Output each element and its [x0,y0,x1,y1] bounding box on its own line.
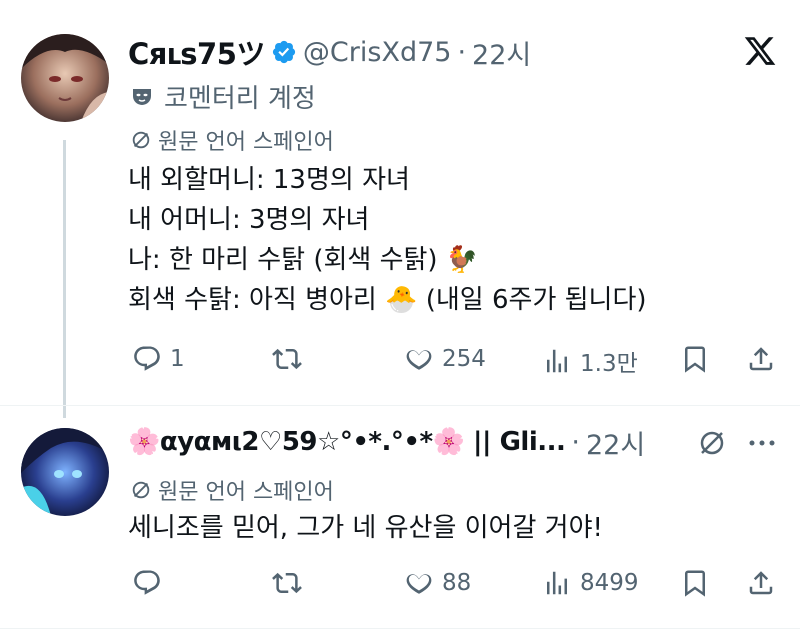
like-count: 88 [442,570,472,596]
bookmark-icon [685,570,705,597]
like-icon [406,574,432,594]
tweet-header: 🌸αуαмι2♡59☆°•*.°•*🌸 || Gli... · 22시 [128,420,645,464]
like-button[interactable]: 254 [404,344,486,374]
tweet-line: 내 외할머니: 13명의 자녀 [128,165,410,195]
mask-icon [130,85,154,109]
share-button[interactable] [746,568,776,598]
like-icon [406,350,432,370]
avatar-image [21,34,109,122]
verified-badge-icon [271,39,297,65]
thread-line [63,140,66,418]
divider [0,628,800,629]
bookmark-button[interactable] [680,568,710,598]
avatar[interactable] [21,34,109,122]
views-icon [547,571,567,595]
retweet-icon [272,572,302,594]
tweet-line: 나: 한 마리 수탉 (회색 수탉) 🐓 [128,245,479,275]
reply-count: 1 [170,346,185,372]
reply-icon [134,570,160,595]
translate-icon [130,129,152,151]
display-name[interactable]: 🌸αуαмι2♡59☆°•*.°•*🌸 || Gli... [128,427,566,457]
divider [0,405,800,406]
views-icon [547,349,567,373]
tweet-line: 회색 수탉: 아직 병아리 🐣 (내일 6주가 됩니다) [128,285,647,315]
tweet-header: Cяւs75ツ @CrisXd75 · 22시 [128,32,531,72]
like-count: 254 [442,346,486,372]
display-name[interactable]: Cяւs75ツ [128,31,265,73]
reply-icon [134,346,160,371]
separator: · [457,36,467,68]
views-count: 1.3만 [580,351,638,377]
translate-icon [130,479,152,501]
retweet-button[interactable] [272,344,310,374]
bookmark-icon [685,346,705,373]
reply-button[interactable] [132,568,170,598]
avatar-image [21,428,109,516]
separator: · [571,426,580,458]
bookmark-button[interactable] [680,344,710,374]
views-button[interactable]: 8499 [542,568,639,598]
like-button[interactable]: 88 [404,568,471,598]
translation-text: 원문 언어 스페인어 [158,480,334,505]
avatar[interactable] [21,428,109,516]
x-logo-icon[interactable] [742,34,778,72]
views-count: 8499 [580,570,639,596]
account-label-row: 코멘터리 계정 [130,78,316,115]
views-button[interactable]: 1.3만 [542,344,638,378]
timestamp[interactable]: 22시 [472,33,531,72]
tweet-line: 내 어머니: 3명의 자녀 [128,205,370,235]
share-button[interactable] [746,344,776,374]
more-icon[interactable] [748,434,776,456]
translation-label[interactable]: 원문 언어 스페인어 [130,474,334,506]
grok-icon[interactable] [697,428,727,462]
retweet-button[interactable] [272,568,310,598]
share-icon [749,347,773,371]
retweet-icon [272,348,302,370]
timestamp[interactable]: 22시 [586,423,645,462]
account-label: 코멘터리 계정 [164,84,316,114]
tweet-text: 세니조를 믿어, 그가 네 유산을 이어갈 거야! [128,513,603,543]
handle[interactable]: @CrisXd75 [303,37,452,68]
reply-button[interactable]: 1 [132,344,185,374]
share-icon [749,571,773,595]
translation-text: 원문 언어 스페인어 [158,130,334,155]
tweet-body: 내 외할머니: 13명의 자녀 내 어머니: 3명의 자녀 나: 한 마리 수탉… [128,160,647,320]
translation-label[interactable]: 원문 언어 스페인어 [130,124,334,156]
